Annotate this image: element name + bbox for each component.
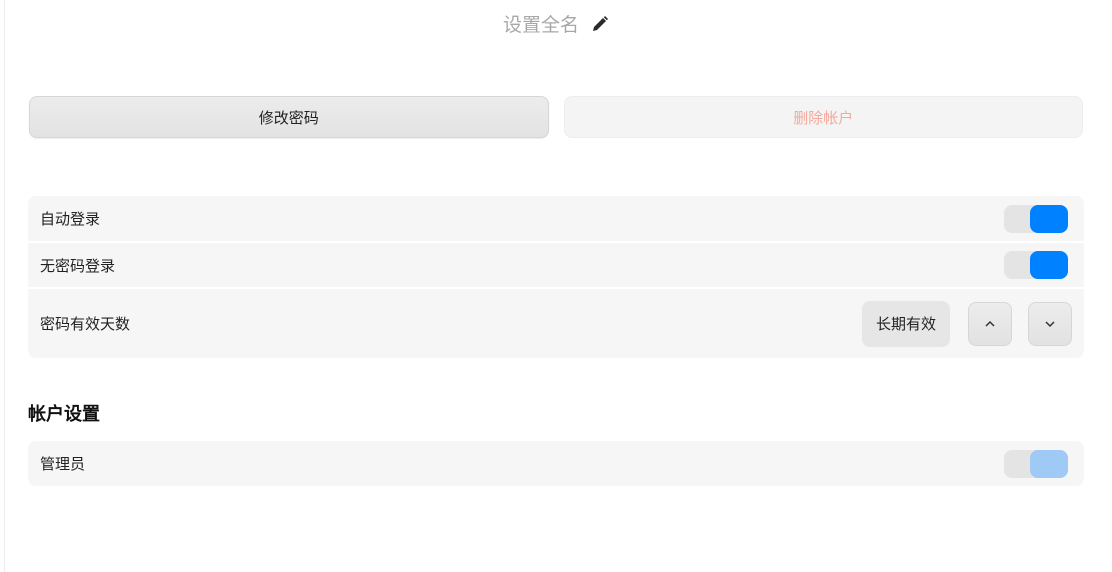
account-settings-group: 管理员 — [28, 441, 1084, 486]
account-actions: 修改密码 删除帐户 — [29, 96, 1083, 138]
chevron-up-icon — [985, 320, 995, 327]
window-left-border — [4, 0, 5, 572]
delete-account-button[interactable]: 删除帐户 — [563, 96, 1083, 138]
increment-button[interactable] — [968, 301, 1012, 346]
passwordless-login-row: 无密码登录 — [28, 241, 1084, 287]
switch-knob — [1030, 251, 1068, 279]
admin-label: 管理员 — [40, 455, 86, 473]
chevron-down-icon — [1045, 320, 1055, 327]
fullname-row: 设置全名 — [0, 10, 1112, 37]
password-validity-label: 密码有效天数 — [40, 315, 131, 333]
login-settings-group: 自动登录 无密码登录 密码有效天数 长期有效 — [28, 196, 1084, 358]
passwordless-login-label: 无密码登录 — [40, 256, 116, 275]
switch-knob — [1030, 449, 1068, 478]
pencil-icon[interactable] — [591, 15, 609, 33]
decrement-button[interactable] — [1028, 301, 1072, 346]
change-password-button[interactable]: 修改密码 — [29, 96, 549, 138]
auto-login-switch[interactable] — [1004, 204, 1068, 233]
auto-login-label: 自动登录 — [40, 210, 101, 228]
fullname-placeholder[interactable]: 设置全名 — [503, 10, 579, 37]
admin-row: 管理员 — [28, 441, 1084, 486]
password-validity-row: 密码有效天数 长期有效 — [28, 287, 1084, 358]
admin-switch[interactable] — [1004, 449, 1068, 478]
password-validity-value[interactable]: 长期有效 — [861, 300, 950, 347]
password-validity-spinbox: 长期有效 — [861, 300, 1072, 347]
auto-login-row: 自动登录 — [28, 196, 1084, 241]
switch-knob — [1030, 204, 1068, 233]
passwordless-login-switch[interactable] — [1004, 251, 1068, 279]
account-settings-title: 帐户设置 — [28, 404, 100, 425]
